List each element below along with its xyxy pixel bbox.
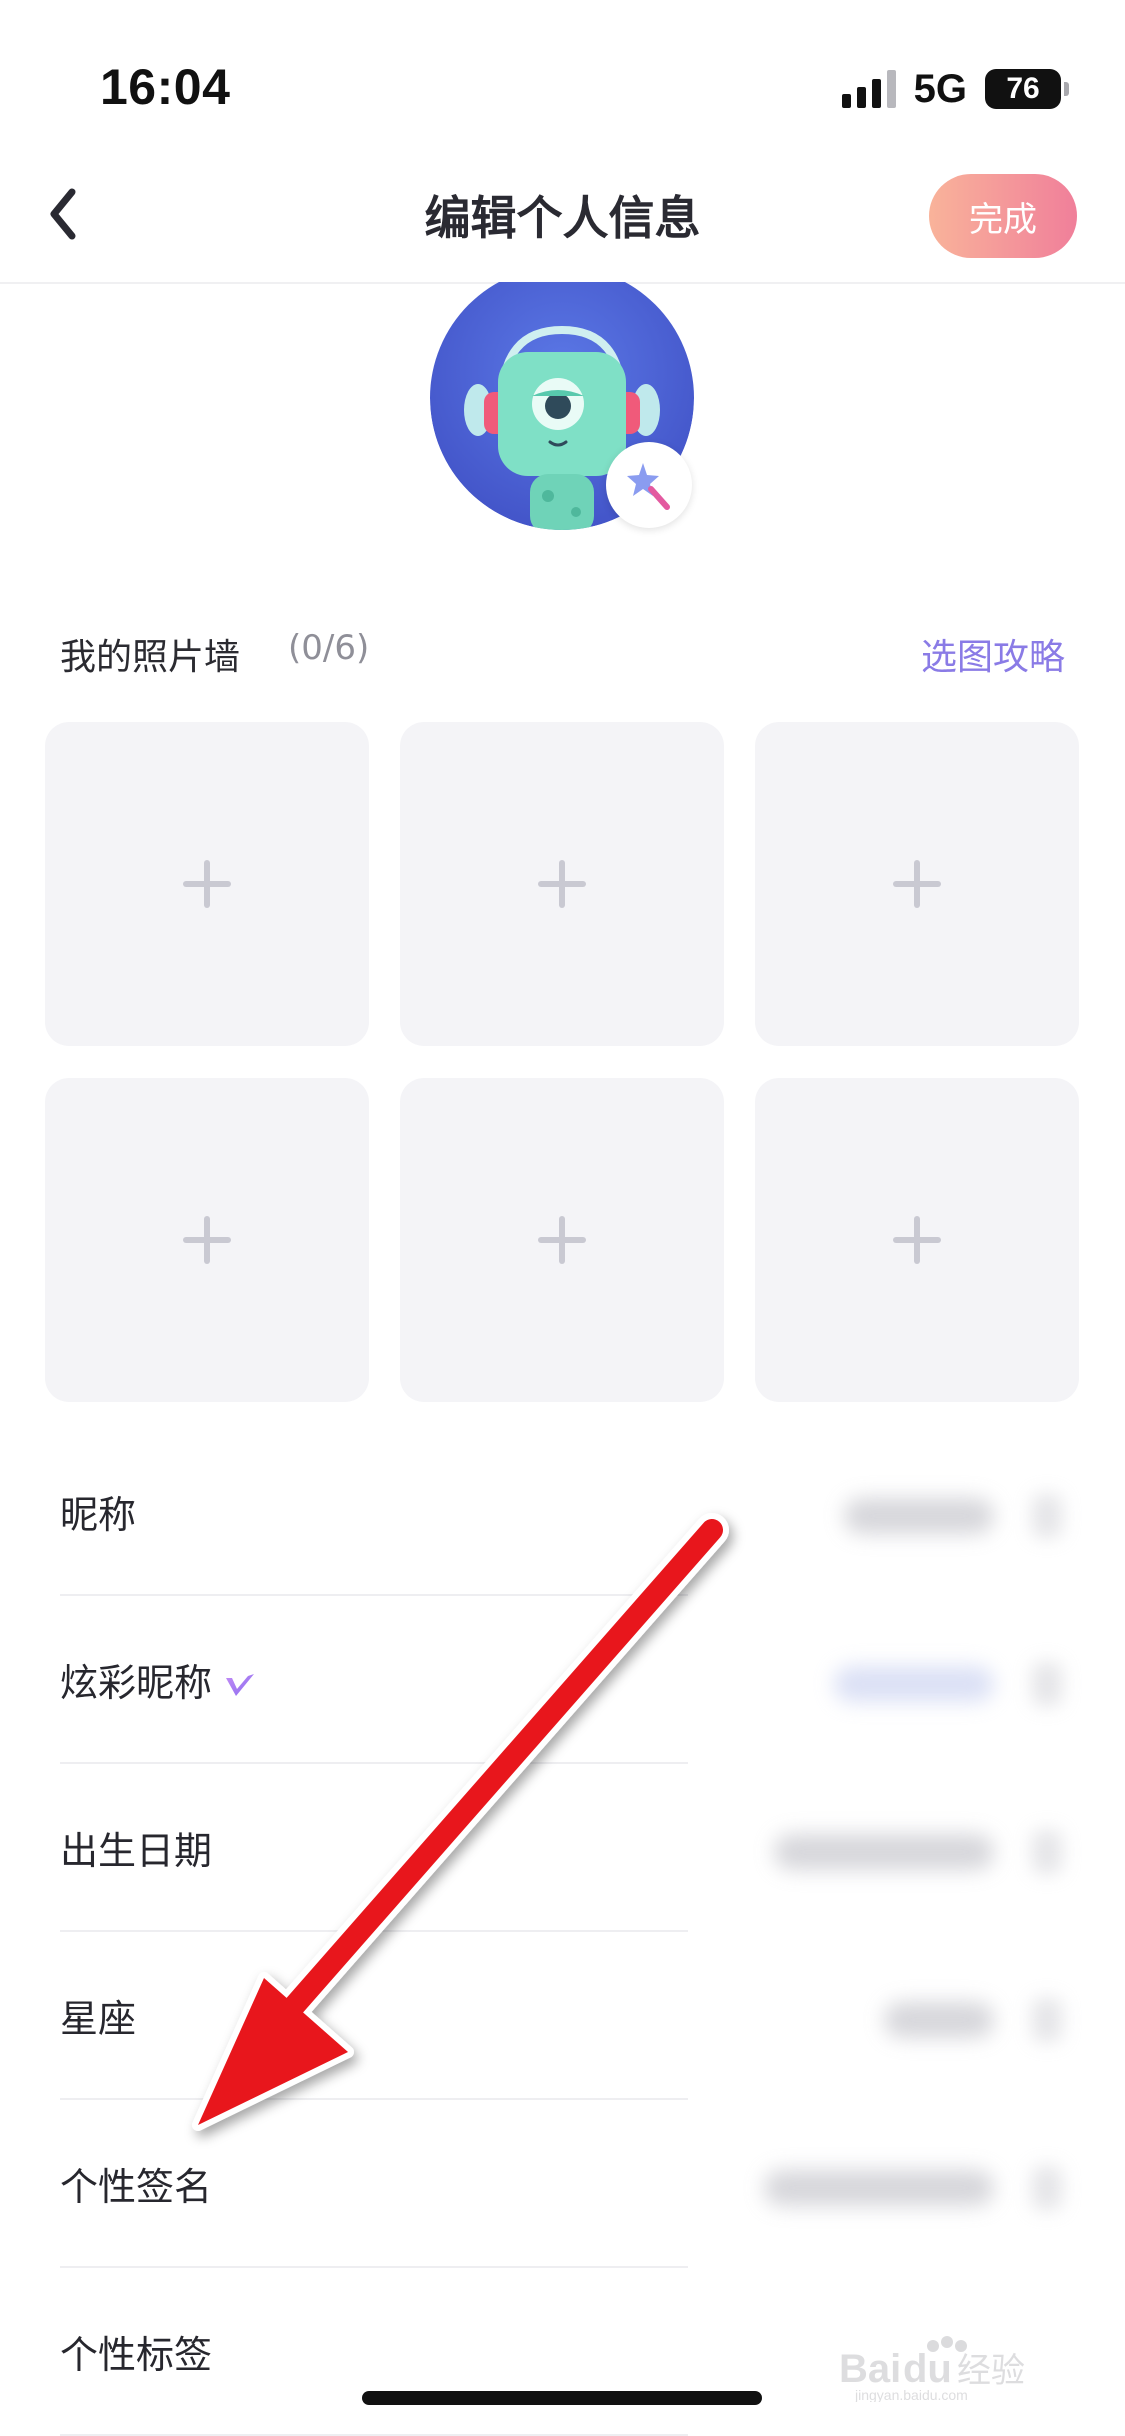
photo-wall-title: 我的照片墙	[60, 637, 241, 678]
status-time: 16:04	[100, 59, 231, 115]
row-label: 个性签名	[60, 2165, 213, 2209]
row-signature[interactable]: 个性签名	[60, 2100, 1070, 2268]
photo-wall-count: (0/6)	[288, 628, 370, 668]
row-constellation[interactable]: 星座	[60, 1932, 1070, 2100]
photo-guide-link[interactable]: 选图攻略	[921, 628, 1065, 680]
add-photo-slot[interactable]	[45, 722, 369, 1046]
add-photo-slot[interactable]	[45, 1078, 369, 1402]
plus-icon	[183, 1216, 231, 1264]
chevron-right-icon	[1032, 1998, 1062, 2042]
add-photo-slot[interactable]	[400, 722, 724, 1046]
plus-icon	[538, 1216, 586, 1264]
plus-icon	[183, 860, 231, 908]
row-birth-date[interactable]: 出生日期	[60, 1764, 1070, 1932]
chevron-right-icon	[1032, 1662, 1062, 1706]
row-label: 炫彩昵称	[60, 1652, 256, 1707]
svg-text:经验: 经验	[957, 2351, 1025, 2391]
signal-icon	[841, 70, 896, 108]
battery-level: 76	[985, 69, 1061, 109]
add-photo-slot[interactable]	[400, 1078, 724, 1402]
svg-text:du: du	[903, 2347, 952, 2391]
blurred-value	[884, 2002, 994, 2038]
done-button[interactable]: 完成	[929, 174, 1077, 258]
row-label: 出生日期	[60, 1829, 213, 1873]
plus-icon	[893, 1216, 941, 1264]
plus-icon	[538, 860, 586, 908]
network-type: 5G	[913, 66, 967, 111]
add-photo-slot[interactable]	[755, 1078, 1079, 1402]
row-colorful-nickname[interactable]: 炫彩昵称	[60, 1596, 1070, 1764]
add-photo-slot[interactable]	[755, 722, 1079, 1046]
row-label: 星座	[60, 1997, 137, 2041]
chevron-right-icon	[1032, 1830, 1062, 1874]
row-nickname[interactable]: 昵称	[60, 1428, 1070, 1596]
svg-text:jingyan.baidu.com: jingyan.baidu.com	[854, 2387, 968, 2402]
status-indicators: 5G 76	[841, 66, 1069, 112]
row-label: 个性标签	[60, 2333, 213, 2377]
blurred-value	[834, 1666, 994, 1702]
svg-text:Bai: Bai	[839, 2347, 901, 2391]
row-label: 昵称	[60, 1493, 137, 1537]
chevron-right-icon	[1032, 1494, 1062, 1538]
chevron-right-icon	[1032, 2166, 1062, 2210]
blurred-value	[774, 1834, 994, 1870]
row-label-text: 炫彩昵称	[60, 1661, 213, 1705]
blurred-value	[844, 1498, 994, 1534]
home-indicator[interactable]	[362, 2391, 762, 2405]
baidu-jingyan-watermark: Bai du 经验 jingyan.baidu.com	[839, 2336, 1025, 2402]
blurred-value	[764, 2170, 994, 2206]
vip-v-icon	[226, 1673, 255, 1696]
battery-icon: 76	[985, 69, 1069, 109]
magic-wand-icon	[627, 463, 670, 510]
plus-icon	[893, 860, 941, 908]
avatar-edit-badge[interactable]	[606, 442, 692, 528]
